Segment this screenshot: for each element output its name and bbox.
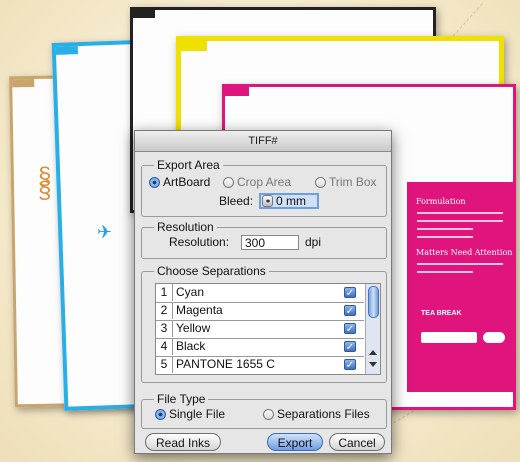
- panel-heading: Matters Need Attention: [416, 248, 513, 257]
- radio-selected-icon: [155, 408, 166, 420]
- resolution-input[interactable]: 300: [241, 235, 299, 250]
- radio-unselected-icon: [315, 176, 326, 188]
- text-line: [417, 271, 473, 273]
- separation-name: Black: [176, 339, 206, 353]
- bleed-value: 0 mm: [276, 194, 306, 208]
- radio-separations-files[interactable]: Separations Files: [263, 407, 370, 421]
- corner-tab: [225, 87, 249, 96]
- bird-icon: ✈: [97, 222, 113, 242]
- bleed-field[interactable]: 0 mm: [259, 193, 319, 209]
- resolution-label: Resolution:: [169, 235, 230, 249]
- list-item[interactable]: 5 PANTONE 1655 C ✓: [156, 356, 364, 374]
- tea-break-badge: TEA BREAK: [421, 310, 462, 317]
- bleed-stepper-icon[interactable]: [262, 195, 273, 207]
- list-item[interactable]: 3 Yellow ✓: [156, 320, 364, 339]
- list-item[interactable]: 2 Magenta ✓: [156, 302, 364, 321]
- tiff-export-dialog: TIFF# Export Area ArtBoard Crop Area Tri…: [134, 130, 392, 454]
- radio-artboard[interactable]: ArtBoard: [149, 175, 210, 189]
- row-number: 2: [156, 302, 173, 319]
- separation-checkbox[interactable]: ✓: [344, 341, 356, 353]
- panel-bar: [421, 332, 477, 343]
- separation-name: Cyan: [176, 285, 205, 299]
- row-number: 3: [156, 320, 173, 337]
- separation-checkbox[interactable]: ✓: [344, 359, 356, 371]
- list-item[interactable]: 4 Black ✓: [156, 338, 364, 357]
- panel-pill: [483, 332, 505, 343]
- separation-checkbox[interactable]: ✓: [344, 323, 356, 335]
- resolution-legend: Resolution: [154, 219, 217, 235]
- list-scrollbar[interactable]: [365, 284, 380, 374]
- export-area-legend: Export Area: [154, 157, 223, 173]
- corner-tab: [181, 41, 207, 51]
- row-number: 1: [156, 284, 173, 301]
- separation-checkbox[interactable]: ✓: [344, 305, 356, 317]
- radio-separations-files-label: Separations Files: [277, 407, 370, 421]
- magenta-info-panel: Formulation Matters Need Attention TEA B…: [407, 182, 513, 392]
- corner-tab: [55, 46, 79, 55]
- bleed-label: Bleed:: [219, 194, 254, 208]
- cancel-button[interactable]: Cancel: [329, 433, 385, 451]
- resolution-unit: dpi: [305, 235, 322, 249]
- text-line: [417, 220, 503, 222]
- row-number: 5: [156, 356, 173, 373]
- scroll-down-arrow-icon[interactable]: [369, 362, 377, 367]
- corner-tab: [12, 78, 35, 88]
- row-number: 4: [156, 338, 173, 355]
- radio-trim-box-label: Trim Box: [329, 175, 377, 189]
- swirl-ornament-icon: § §: [38, 163, 52, 204]
- corner-tab: [133, 10, 155, 18]
- radio-unselected-icon: [263, 408, 274, 420]
- panel-heading: Formulation: [416, 197, 466, 206]
- text-line: [417, 228, 473, 230]
- radio-single-file[interactable]: Single File: [155, 407, 225, 421]
- separation-name: Yellow: [176, 321, 211, 335]
- separation-checkbox[interactable]: ✓: [344, 287, 356, 299]
- radio-single-file-label: Single File: [169, 407, 226, 421]
- scroll-up-arrow-icon[interactable]: [369, 350, 377, 355]
- scrollbar-thumb[interactable]: [368, 286, 379, 318]
- text-line: [417, 263, 503, 265]
- separation-name: PANTONE 1655 C: [176, 357, 275, 371]
- radio-unselected-icon: [223, 176, 234, 188]
- list-item[interactable]: 1 Cyan ✓: [156, 284, 364, 303]
- radio-crop-area[interactable]: Crop Area: [223, 175, 291, 189]
- text-line: [417, 236, 473, 238]
- radio-trim-box[interactable]: Trim Box: [315, 175, 377, 189]
- radio-crop-area-label: Crop Area: [237, 175, 292, 189]
- separations-list[interactable]: 1 Cyan ✓ 2 Magenta ✓ 3 Yellow ✓ 4 Black …: [155, 283, 381, 375]
- read-inks-button[interactable]: Read Inks: [145, 433, 221, 451]
- dialog-title: TIFF#: [135, 131, 391, 152]
- separation-name: Magenta: [176, 303, 223, 317]
- separations-legend: Choose Separations: [154, 263, 269, 279]
- export-area-group: Export Area: [141, 157, 387, 217]
- radio-artboard-label: ArtBoard: [163, 175, 211, 189]
- file-type-legend: File Type: [154, 391, 209, 407]
- radio-selected-icon: [149, 176, 160, 188]
- export-button[interactable]: Export: [267, 433, 323, 451]
- text-line: [417, 212, 503, 214]
